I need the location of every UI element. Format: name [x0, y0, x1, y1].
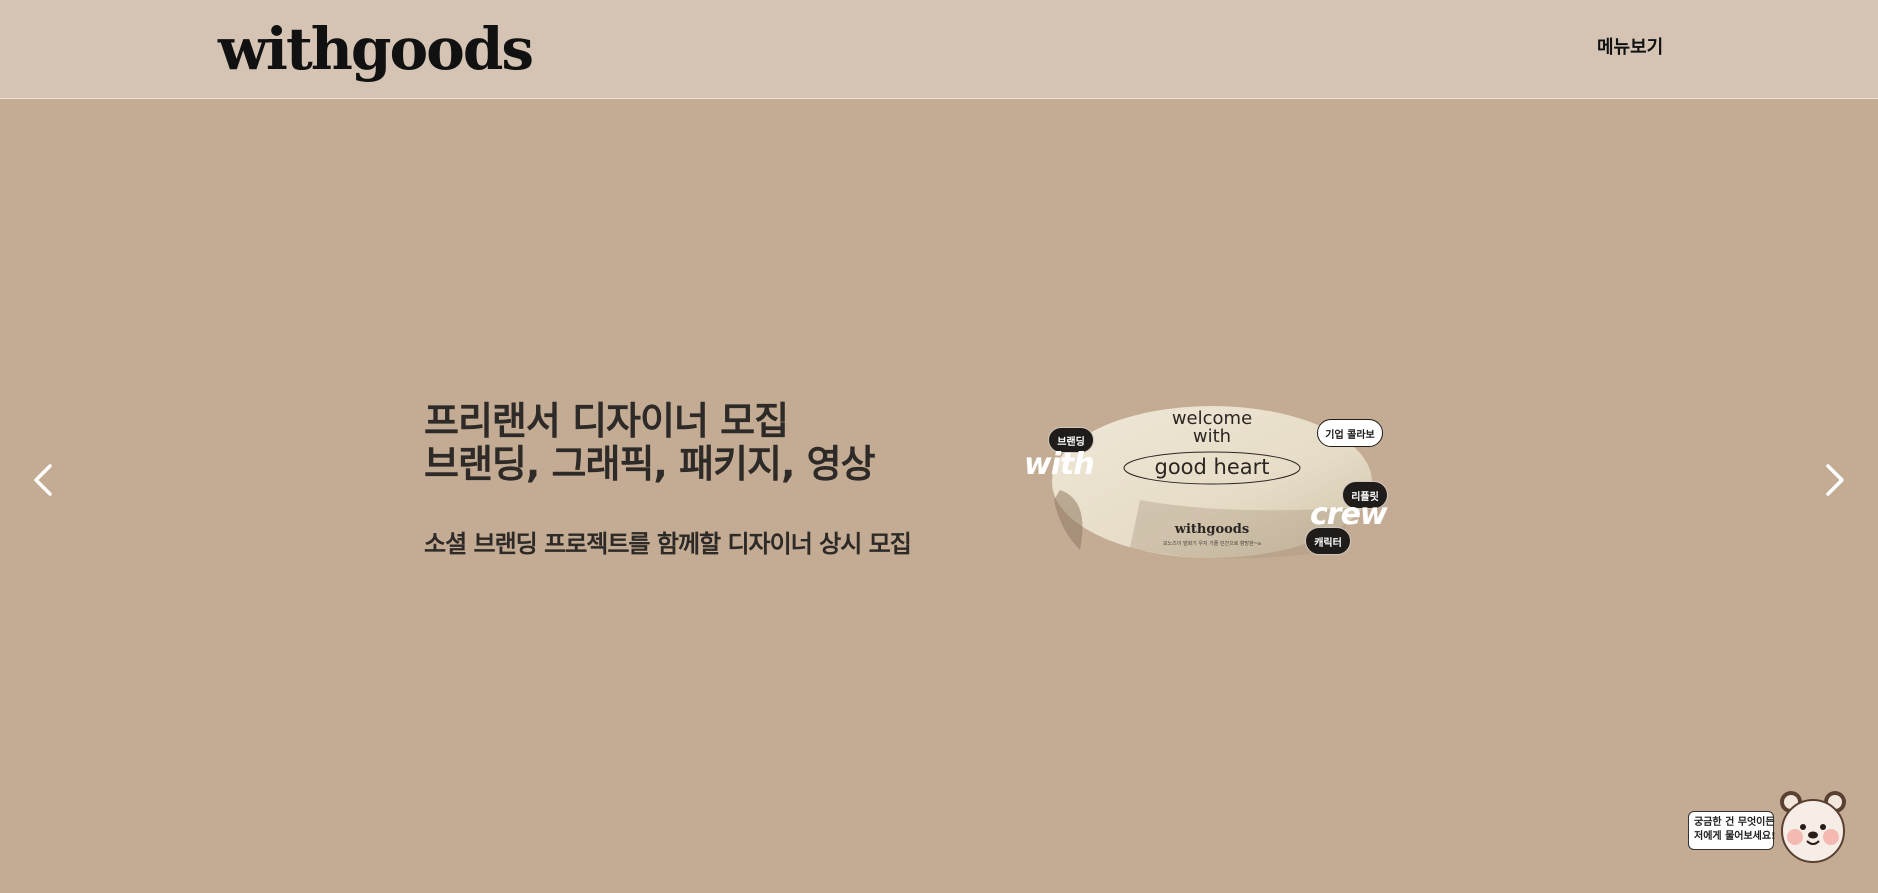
chatbot-speech-bubble[interactable]: 궁금한 건 무엇이든 저에게 물어보세요!	[1688, 811, 1776, 850]
bear-chatbot-icon[interactable]	[1778, 789, 1848, 865]
product-box-image: welcome with good heart withgoods 모노즈이 발…	[1020, 400, 1430, 570]
word-with: with	[1024, 447, 1095, 482]
chatbot-bubble-line: 궁금한 건 무엇이든	[1694, 817, 1775, 828]
tag-collab: 기업 콜라보	[1317, 419, 1383, 447]
hero-subtitle: 소셜 브랜딩 프로젝트를 함께할 디자이너 상시 모집	[424, 530, 912, 558]
chevron-right-icon[interactable]	[1814, 460, 1854, 500]
hero-title-line: 프리랜서 디자이너 모집	[424, 399, 789, 443]
hero-title: 프리랜서 디자이너 모집 브랜딩, 그래픽, 패키지, 영상	[424, 399, 876, 486]
withgoods-logo[interactable]: withgoods	[218, 14, 534, 84]
hero-title-line: 브랜딩, 그래픽, 패키지, 영상	[424, 442, 876, 486]
hero-slider: 프리랜서 디자이너 모집 브랜딩, 그래픽, 패키지, 영상 소셜 브랜딩 프로…	[0, 100, 1878, 893]
menu-button[interactable]: 메뉴보기	[1597, 36, 1663, 60]
word-crew: crew	[1310, 497, 1388, 532]
chevron-left-icon[interactable]	[24, 460, 64, 500]
site-header: withgoods 메뉴보기	[0, 0, 1878, 99]
chatbot-bubble-line: 저에게 물어보세요!	[1694, 831, 1776, 842]
